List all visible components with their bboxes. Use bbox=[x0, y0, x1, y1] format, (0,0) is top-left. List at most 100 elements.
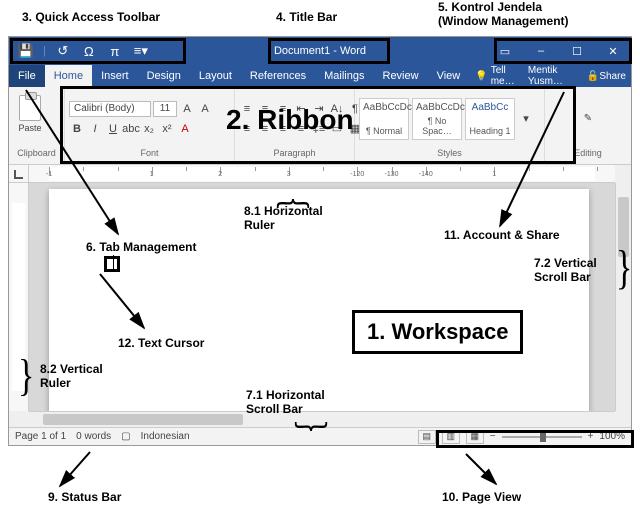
web-layout-icon[interactable]: ▦ bbox=[466, 430, 484, 444]
horizontal-scroll-thumb[interactable] bbox=[43, 414, 243, 425]
group-editing: ✎ Editing bbox=[545, 87, 631, 164]
anno-3: 3. Quick Access Toolbar bbox=[22, 10, 160, 24]
style-nospacing[interactable]: AaBbCcDc ¶ No Spac… bbox=[412, 98, 462, 140]
bold-button[interactable]: B bbox=[69, 121, 85, 137]
zoom-slider[interactable] bbox=[502, 436, 582, 438]
group-paragraph-label: Paragraph bbox=[239, 148, 350, 162]
anno-10: 10. Page View bbox=[442, 490, 521, 504]
vertical-scrollbar[interactable] bbox=[615, 183, 631, 411]
font-color-icon[interactable]: A bbox=[177, 121, 193, 137]
zoom-handle[interactable] bbox=[540, 432, 546, 442]
style-name: ¶ No Spac… bbox=[416, 116, 458, 136]
zoom-out-button[interactable]: − bbox=[490, 431, 496, 442]
close-icon[interactable]: ✕ bbox=[595, 37, 631, 65]
paste-label: Paste bbox=[18, 123, 41, 133]
shrink-font-icon[interactable]: A bbox=[197, 101, 213, 117]
arrow-9 bbox=[50, 446, 110, 496]
grow-font-icon[interactable]: A bbox=[179, 101, 195, 117]
anno-7-1b: Scroll Bar bbox=[246, 402, 303, 416]
anno-8-1: 8.1 Horizontal bbox=[244, 204, 323, 218]
print-layout-icon[interactable]: ▥ bbox=[442, 430, 460, 444]
tell-me-label: Tell me… bbox=[491, 65, 517, 87]
proof-icon[interactable]: ▢ bbox=[121, 431, 130, 442]
minimize-icon[interactable]: – bbox=[523, 37, 559, 65]
strike-button[interactable]: abc bbox=[123, 121, 139, 137]
clipboard-icon bbox=[19, 95, 41, 121]
anno-12: 12. Text Cursor bbox=[118, 336, 204, 350]
zoom-level[interactable]: 100% bbox=[599, 431, 625, 442]
tab-home[interactable]: Home bbox=[45, 65, 92, 87]
group-styles-label: Styles bbox=[359, 148, 540, 162]
style-heading1[interactable]: AaBbCc Heading 1 bbox=[465, 98, 515, 140]
anno-5a: 5. Kontrol Jendela bbox=[438, 0, 542, 14]
window-controls: ▭ – ☐ ✕ bbox=[487, 37, 631, 65]
font-size-combo[interactable]: 11 bbox=[153, 101, 177, 117]
italic-button[interactable]: I bbox=[87, 121, 103, 137]
anno-11: 11. Account & Share bbox=[444, 228, 560, 242]
quick-access-toolbar: 💾 | ↺ Ω π ≡▾ bbox=[9, 42, 158, 60]
tab-file[interactable]: File bbox=[9, 65, 45, 87]
superscript-button[interactable]: x² bbox=[159, 121, 175, 137]
text-cursor bbox=[113, 255, 114, 269]
brace-8-2: } bbox=[18, 355, 34, 399]
anno-7-2: 7.2 Vertical bbox=[534, 256, 597, 270]
anno-5b: (Window Management) bbox=[438, 14, 569, 28]
brace-7-1: ︷ bbox=[294, 418, 328, 452]
style-normal[interactable]: AaBbCcDc ¶ Normal bbox=[359, 98, 409, 140]
anno-6: 6. Tab Management bbox=[86, 240, 196, 254]
arrow-10 bbox=[456, 448, 516, 494]
status-page[interactable]: Page 1 of 1 bbox=[15, 431, 66, 442]
status-words[interactable]: 0 words bbox=[76, 431, 111, 442]
tab-mailings[interactable]: Mailings bbox=[315, 65, 373, 87]
document-page[interactable] bbox=[49, 189, 589, 411]
anno-2-label: 2. Ribbon bbox=[226, 104, 354, 136]
anno-8-2b: Ruler bbox=[40, 376, 71, 390]
read-mode-icon[interactable]: ▤ bbox=[418, 430, 436, 444]
qat-dropdown-icon[interactable]: ≡▾ bbox=[132, 42, 150, 60]
account-name[interactable]: Mentik Yusm… bbox=[523, 65, 582, 87]
style-preview: AaBbCcDc bbox=[416, 102, 458, 113]
group-styles: AaBbCcDc ¶ Normal AaBbCcDc ¶ No Spac… Aa… bbox=[355, 87, 545, 164]
underline-button[interactable]: U bbox=[105, 121, 121, 137]
anno-7-2b: Scroll Bar bbox=[534, 270, 591, 284]
brace-7-2: } bbox=[616, 245, 632, 293]
anno-4: 4. Title Bar bbox=[276, 10, 337, 24]
horizontal-ruler[interactable]: -1123-120-130-1401 bbox=[29, 165, 615, 183]
tab-review[interactable]: Review bbox=[374, 65, 428, 87]
group-font: Calibri (Body) 11 A A B I U abc x₂ x² A … bbox=[65, 87, 235, 164]
group-clipboard-label: Clipboard bbox=[13, 148, 60, 162]
ribbon-tabs: File Home Insert Design Layout Reference… bbox=[9, 65, 631, 87]
undo-icon[interactable]: ↺ bbox=[54, 42, 72, 60]
anno-9: 9. Status Bar bbox=[48, 490, 121, 504]
paste-button[interactable]: Paste bbox=[13, 95, 47, 143]
tab-stop-icon bbox=[13, 168, 25, 180]
anno-8-1b: Ruler bbox=[244, 218, 275, 232]
pi-icon[interactable]: π bbox=[106, 42, 124, 60]
subscript-button[interactable]: x₂ bbox=[141, 121, 157, 137]
title-bar: 💾 | ↺ Ω π ≡▾ Document1 - Word ▭ – ☐ ✕ bbox=[9, 37, 631, 65]
anno-7-1: 7.1 Horizontal bbox=[246, 388, 325, 402]
maximize-icon[interactable]: ☐ bbox=[559, 37, 595, 65]
zoom-in-button[interactable]: + bbox=[588, 431, 594, 442]
tab-insert[interactable]: Insert bbox=[92, 65, 138, 87]
tab-view[interactable]: View bbox=[428, 65, 470, 87]
font-name-combo[interactable]: Calibri (Body) bbox=[69, 101, 151, 117]
tab-layout[interactable]: Layout bbox=[190, 65, 241, 87]
group-clipboard: Paste Clipboard bbox=[9, 87, 65, 164]
share-button[interactable]: 🔓 Share bbox=[582, 65, 631, 87]
tab-references[interactable]: References bbox=[241, 65, 315, 87]
save-icon[interactable]: 💾 bbox=[17, 42, 35, 60]
window-title: Document1 - Word bbox=[274, 45, 366, 57]
group-editing-label: Editing bbox=[549, 148, 627, 162]
repeat-icon[interactable]: Ω bbox=[80, 42, 98, 60]
editing-button[interactable]: ✎ bbox=[584, 113, 592, 124]
tab-design[interactable]: Design bbox=[138, 65, 190, 87]
group-font-label: Font bbox=[69, 148, 230, 162]
ribbon-options-icon[interactable]: ▭ bbox=[487, 37, 523, 65]
tell-me[interactable]: 💡 Tell me… bbox=[469, 65, 523, 87]
styles-more-icon[interactable]: ▾ bbox=[518, 111, 534, 127]
style-name: ¶ Normal bbox=[363, 126, 405, 136]
status-language[interactable]: Indonesian bbox=[141, 431, 190, 442]
anno-1-label: 1. Workspace bbox=[352, 310, 523, 354]
ruler-corner bbox=[9, 165, 29, 183]
